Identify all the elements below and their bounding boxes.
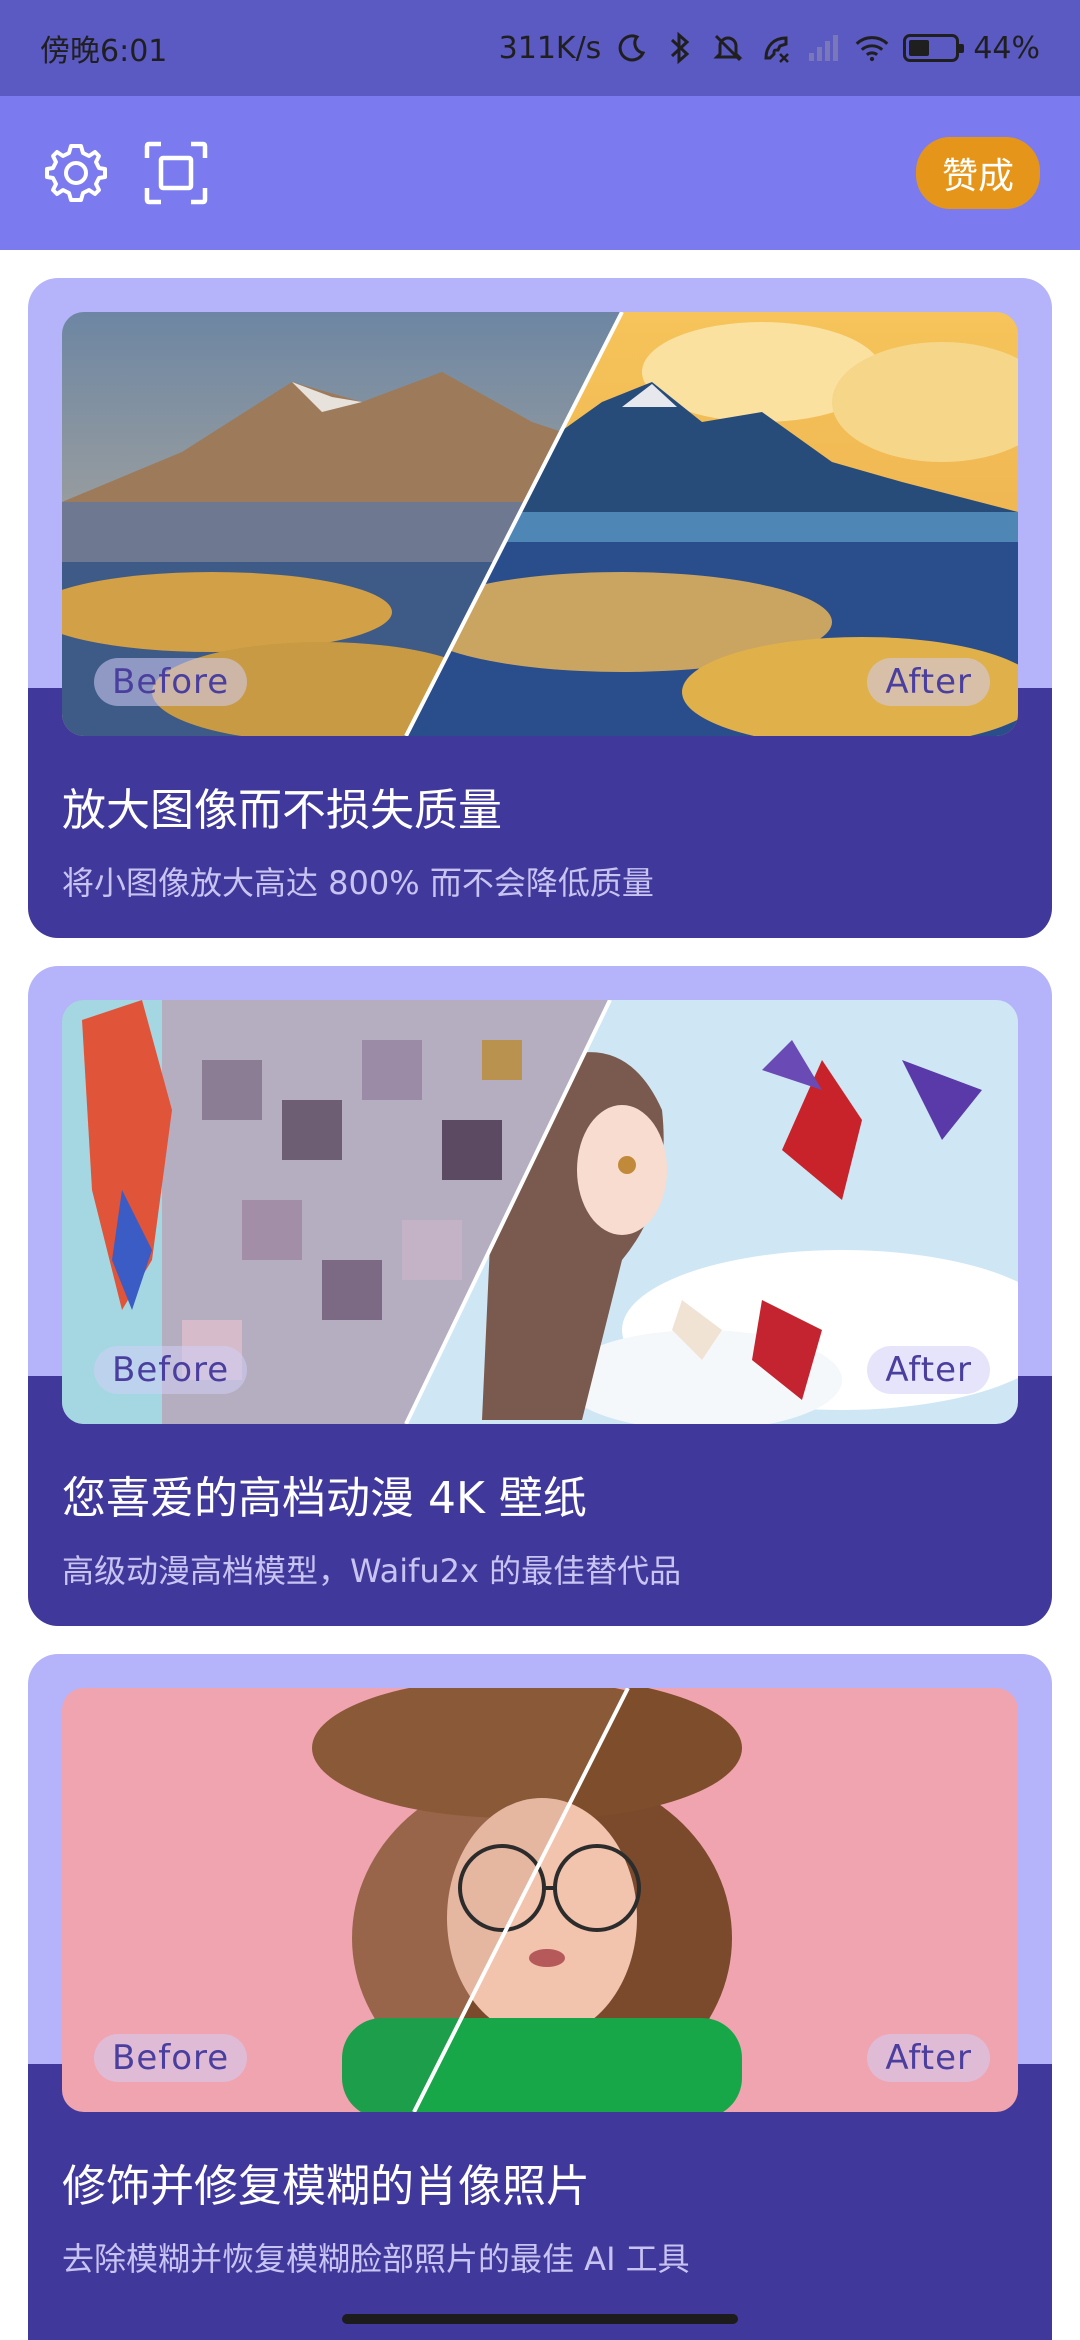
battery-percent: 44%	[973, 30, 1040, 66]
portrait-comparison-image: Before After	[62, 1688, 1018, 2112]
card-subtitle: 高级动漫高档模型，Waifu2x 的最佳替代品	[62, 1552, 682, 1590]
card-title: 您喜爱的高档动漫 4K 壁纸	[62, 1473, 587, 1524]
status-bar: 傍晚6:01 311K/s 44%	[0, 0, 1080, 96]
card-title: 放大图像而不损失质量	[62, 785, 502, 836]
before-label: Before	[94, 2034, 248, 2082]
mute-bell-icon	[711, 31, 745, 65]
battery-icon	[903, 34, 965, 62]
after-label: After	[867, 1346, 990, 1394]
network-speed: 311K/s	[498, 30, 602, 66]
status-time: 傍晚6:01	[40, 34, 168, 69]
status-icons: 311K/s 44%	[499, 31, 1040, 66]
card-subtitle: 将小图像放大高达 800% 而不会降低质量	[62, 864, 654, 902]
moon-icon	[615, 31, 649, 65]
before-label: Before	[94, 658, 248, 706]
feature-card-upscale[interactable]: Before After 放大图像而不损失质量 将小图像放大高达 800% 而不…	[28, 278, 1052, 938]
card-title: 修饰并修复模糊的肖像照片	[62, 2161, 590, 2212]
feature-card-portrait[interactable]: Before After 修饰并修复模糊的肖像照片 去除模糊并恢复模糊脸部照片的…	[28, 1654, 1052, 2340]
before-label: Before	[94, 1346, 248, 1394]
anime-comparison-image: Before After	[62, 1000, 1018, 1424]
signal-icon	[807, 31, 841, 65]
landscape-comparison-image: Before After	[62, 312, 1018, 736]
scan-frame-icon[interactable]	[140, 137, 212, 209]
call-icon	[759, 31, 793, 65]
after-label: After	[867, 658, 990, 706]
after-label: After	[867, 2034, 990, 2082]
home-indicator[interactable]	[342, 2314, 738, 2324]
app-toolbar: 赞成	[0, 96, 1080, 250]
wifi-icon	[855, 31, 889, 65]
gear-icon[interactable]	[40, 137, 112, 209]
card-subtitle: 去除模糊并恢复模糊脸部照片的最佳 AI 工具	[62, 2240, 690, 2278]
donate-button[interactable]: 赞成	[915, 137, 1040, 209]
feature-card-anime[interactable]: Before After 您喜爱的高档动漫 4K 壁纸 高级动漫高档模型，Wai…	[28, 966, 1052, 1626]
bluetooth-icon	[663, 31, 697, 65]
feature-list[interactable]: Before After 放大图像而不损失质量 将小图像放大高达 800% 而不…	[0, 250, 1080, 2340]
